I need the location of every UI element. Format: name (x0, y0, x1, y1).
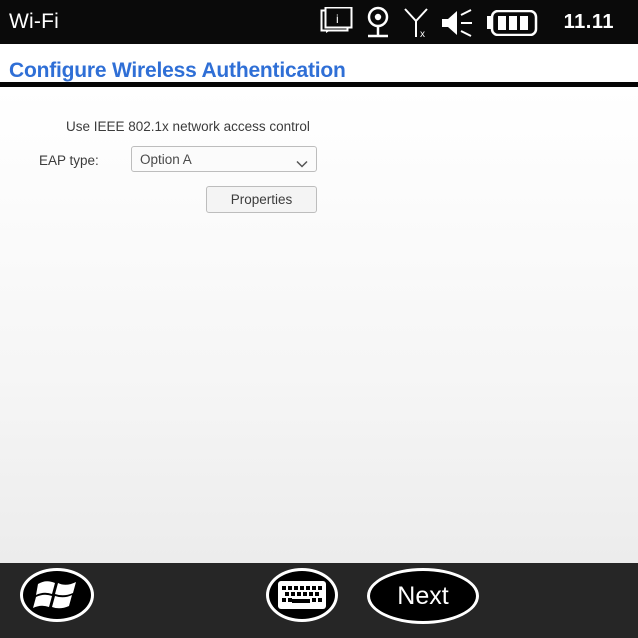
speaker-mute-icon[interactable] (440, 7, 474, 44)
main-content: Use IEEE 802.1x network access control E… (0, 87, 638, 563)
eap-type-dropdown[interactable]: Option A (131, 146, 317, 172)
svg-text:i: i (336, 12, 339, 26)
eap-type-label: EAP type: (39, 153, 99, 168)
app-title: Wi-Fi (9, 10, 59, 33)
page-header: Configure Wireless Authentication (0, 44, 638, 87)
page-title: Configure Wireless Authentication (9, 59, 346, 82)
bottom-bar: Next (0, 563, 638, 638)
status-bar: Wi-Fi i x 11.11 (0, 0, 638, 44)
eap-type-value: Option A (140, 152, 192, 167)
ieee-8021x-label[interactable]: Use IEEE 802.1x network access control (66, 119, 310, 134)
device-screen: Wi-Fi i x 11.11 Configure Wireless Authe… (0, 0, 638, 638)
wireless-network-icon[interactable] (364, 6, 392, 45)
clock: 11.11 (563, 11, 614, 33)
battery-icon[interactable] (486, 9, 538, 41)
next-button[interactable]: Next (367, 568, 479, 624)
signal-off-icon[interactable]: x (402, 6, 432, 45)
start-button[interactable] (20, 568, 94, 622)
notification-icon[interactable]: i (320, 6, 354, 42)
chevron-down-icon (296, 155, 308, 173)
svg-text:x: x (420, 29, 425, 40)
properties-button[interactable]: Properties (206, 186, 317, 213)
keyboard-button[interactable] (266, 568, 338, 622)
